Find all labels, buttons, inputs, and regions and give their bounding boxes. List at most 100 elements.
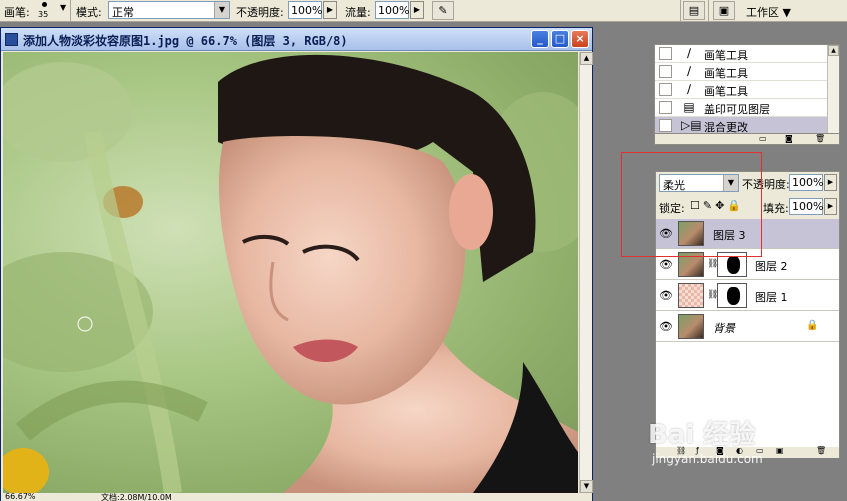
history-item[interactable]: ∕ 画笔工具: [655, 45, 827, 63]
flow-input[interactable]: 100%: [375, 1, 409, 19]
workspace-menu[interactable]: 工作区 ▼: [740, 1, 797, 20]
opacity-input[interactable]: 100%: [288, 1, 322, 19]
layer-thumbnail: [678, 314, 704, 339]
chevron-down-icon: ▼: [723, 175, 738, 191]
layer-row[interactable]: 👁 ⛓ 图层 2: [656, 250, 839, 280]
brush-icon: ∕: [686, 64, 692, 78]
visibility-eye-icon[interactable]: 👁: [659, 289, 673, 302]
layer-thumbnail: [678, 283, 704, 308]
layer-name: 图层 1: [755, 291, 788, 304]
layer-opacity-slider-button[interactable]: ▶: [824, 174, 837, 191]
document-window: 添加人物淡彩妆容原图1.jpg @ 66.7% (图层 3, RGB/8) _ …: [0, 27, 593, 501]
vertical-scrollbar[interactable]: ▲ ▼: [579, 52, 593, 493]
portrait-photo: [3, 54, 578, 493]
minimize-button[interactable]: _: [531, 30, 549, 48]
layer-thumbnail: [678, 221, 704, 246]
brush-dropdown-arrow-icon[interactable]: ▼: [60, 3, 66, 12]
brush-tip-icon: [42, 2, 47, 7]
opacity-slider-button[interactable]: ▶: [323, 1, 337, 19]
history-item-label: 画笔工具: [704, 85, 748, 98]
document-info: 文档:2.08M/10.0M: [101, 493, 172, 501]
history-footer: ▭ ◙ 🗑: [654, 133, 840, 145]
history-item-label: 画笔工具: [704, 67, 748, 80]
brush-icon: ∕: [686, 46, 692, 60]
image-canvas[interactable]: [3, 52, 578, 493]
lock-icon: 🔒: [806, 320, 819, 331]
brush-size: 35: [38, 10, 49, 19]
mode-label: 模式:: [76, 6, 102, 19]
document-title-bar[interactable]: 添加人物淡彩妆容原图1.jpg @ 66.7% (图层 3, RGB/8) _ …: [1, 28, 592, 51]
history-scrollbar[interactable]: ▲ ▼: [827, 45, 839, 144]
layer-opacity-label: 不透明度:: [742, 178, 790, 191]
lock-position-icon[interactable]: ✥: [715, 199, 727, 212]
layer-list: 👁 图层 3 👁 ⛓ 图层 2 👁 ⛓ 图层 1 👁 背景 🔒: [656, 219, 839, 447]
separator: [680, 0, 681, 22]
flow-label: 流量:: [345, 6, 371, 19]
separator: [708, 0, 709, 22]
layer-row[interactable]: 👁 ⛓ 图层 1: [656, 281, 839, 311]
fill-input[interactable]: 100%: [789, 198, 823, 215]
options-bar: 画笔: 35 ▼ 模式: 正常 ▼ 不透明度: 100% ▶ 流量: 100% …: [0, 0, 847, 22]
layer-opacity-input[interactable]: 100%: [789, 174, 823, 191]
status-bar: 66.67% 文档:2.08M/10.0M: [1, 492, 592, 501]
brush-label: 画笔:: [4, 6, 30, 19]
close-button[interactable]: ×: [571, 30, 589, 48]
lock-all-icon[interactable]: 🔒: [727, 199, 744, 212]
history-item[interactable]: ∕ 画笔工具: [655, 63, 827, 81]
blend-mode-value: 柔光: [663, 179, 685, 192]
layer-name: 图层 3: [713, 229, 746, 242]
layer-thumbnail: [678, 252, 704, 277]
watermark-logo: Bai 经验: [648, 420, 756, 450]
scroll-up-icon[interactable]: ▲: [828, 45, 839, 56]
zoom-level[interactable]: 66.67%: [5, 492, 36, 501]
lock-image-icon[interactable]: ✎: [703, 199, 715, 212]
history-item[interactable]: ∕ 画笔工具: [655, 81, 827, 99]
fill-label: 填充:: [763, 202, 789, 215]
snapshot-checkbox[interactable]: [659, 101, 672, 114]
mode-select[interactable]: 正常 ▼: [108, 1, 230, 19]
blend-mode-select[interactable]: 柔光 ▼: [659, 174, 739, 192]
palette-well-icon[interactable]: ▤: [683, 1, 705, 20]
photoshop-doc-icon: [5, 33, 18, 46]
snapshot-checkbox[interactable]: [659, 65, 672, 78]
fill-slider-button[interactable]: ▶: [824, 198, 837, 215]
brush-preset-picker[interactable]: 35: [34, 0, 56, 20]
watermark-url: jingyan.baidu.com: [652, 452, 763, 466]
trash-icon[interactable]: 🗑: [815, 134, 825, 143]
chevron-down-icon: ▼: [214, 2, 229, 18]
blend-icon: ▷▤: [681, 118, 702, 132]
file-browser-icon[interactable]: ▣: [713, 1, 735, 20]
snapshot-checkbox[interactable]: [659, 83, 672, 96]
stamp-icon: ▤: [683, 100, 695, 114]
visibility-eye-icon[interactable]: 👁: [659, 227, 673, 240]
brush-icon: ∕: [686, 82, 692, 96]
visibility-eye-icon[interactable]: 👁: [659, 258, 673, 271]
opacity-label: 不透明度:: [236, 6, 284, 19]
lock-transparent-icon[interactable]: ☐: [690, 199, 703, 212]
snapshot-checkbox[interactable]: [659, 119, 672, 132]
flow-slider-button[interactable]: ▶: [410, 1, 424, 19]
history-item[interactable]: ▤ 盖印可见图层: [655, 99, 827, 117]
maximize-button[interactable]: □: [551, 30, 569, 48]
document-title: 添加人物淡彩妆容原图1.jpg @ 66.7% (图层 3, RGB/8): [23, 34, 348, 48]
airbrush-icon[interactable]: ✎: [432, 1, 454, 20]
history-item-label: 画笔工具: [704, 49, 748, 62]
snapshot-checkbox[interactable]: [659, 47, 672, 60]
layer-mask-thumbnail[interactable]: [717, 252, 747, 277]
separator: [70, 0, 71, 22]
baidu-watermark: Bai 经验 jingyan.baidu.com: [648, 414, 768, 474]
new-document-from-state-icon[interactable]: ▭: [759, 134, 767, 143]
lock-label: 锁定:: [659, 202, 685, 215]
layer-row[interactable]: 👁 图层 3: [656, 219, 839, 249]
mode-value: 正常: [112, 6, 134, 19]
history-item-label: 盖印可见图层: [704, 103, 770, 116]
new-layer-icon[interactable]: ▣: [776, 446, 784, 455]
visibility-eye-icon[interactable]: 👁: [659, 320, 673, 333]
new-snapshot-icon[interactable]: ◙: [785, 134, 793, 143]
trash-icon[interactable]: 🗑: [816, 446, 826, 455]
scroll-up-icon[interactable]: ▲: [580, 52, 593, 65]
layer-row-background[interactable]: 👁 背景 🔒: [656, 312, 839, 342]
lock-options[interactable]: ☐✎✥🔒: [690, 199, 744, 212]
layer-mask-thumbnail[interactable]: [717, 283, 747, 308]
scroll-down-icon[interactable]: ▼: [580, 480, 593, 493]
